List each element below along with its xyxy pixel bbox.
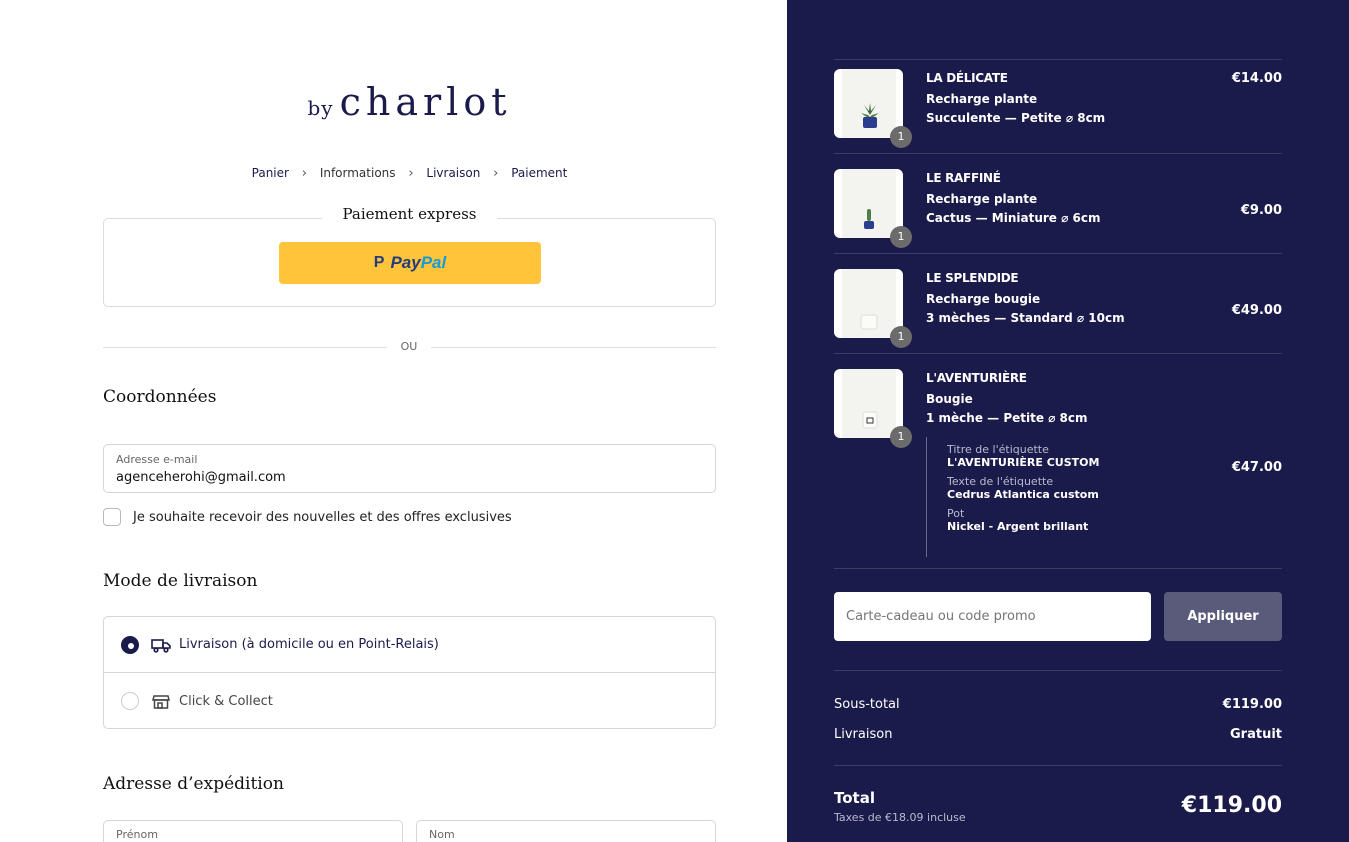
shipping-option-click-collect-radio[interactable] <box>121 692 139 710</box>
shipping-option-click-collect-label: Click & Collect <box>179 693 273 709</box>
property-label: Titre de l'étiquette <box>947 443 1049 456</box>
total-value: €119.00 <box>1181 793 1282 818</box>
shipping-option-delivery-radio[interactable] <box>121 635 139 654</box>
breadcrumb: Panier › Informations › Livraison › Paie… <box>0 166 819 181</box>
item-type: Recharge bougie <box>926 292 1041 306</box>
shipping-method-options: Livraison (à domicile ou en Point-Relais… <box>103 616 716 729</box>
divider <box>834 353 1282 354</box>
tax-note: Taxes de €18.09 incluse <box>834 811 966 824</box>
product-thumbnail <box>834 269 903 338</box>
chevron-right-icon: › <box>493 166 499 181</box>
brand-logo-name: charlot <box>339 80 512 124</box>
paypal-text-b: Pal <box>420 253 447 272</box>
divider <box>834 59 1282 60</box>
quantity-badge: 1 <box>890 126 912 148</box>
total-label: Total <box>834 789 875 807</box>
email-field-label: Adresse e-mail <box>116 453 198 466</box>
property-label: Texte de l'étiquette <box>947 475 1054 488</box>
shipping-address-title: Adresse d’expédition <box>103 774 284 794</box>
property-value: Cedrus Atlantica custom <box>947 488 1099 501</box>
store-icon <box>151 692 171 710</box>
item-type: Bougie <box>926 392 973 406</box>
item-name: LE RAFFINÉ <box>926 171 1001 185</box>
divider <box>834 568 1282 569</box>
shipping-cost-label: Livraison <box>834 727 893 742</box>
promo-code-input[interactable] <box>834 592 1151 641</box>
item-name: L'AVENTURIÈRE <box>926 371 1027 385</box>
divider <box>834 765 1282 766</box>
shipping-option-delivery-label: Livraison (à domicile ou en Point-Relais… <box>179 637 439 652</box>
item-type: Recharge plante <box>926 192 1038 206</box>
subtotal-value: €119.00 <box>1222 697 1282 712</box>
divider <box>834 153 1282 154</box>
brand-logo-by: by <box>307 96 334 120</box>
shipping-method-title: Mode de livraison <box>103 571 258 591</box>
item-price: €9.00 <box>1240 203 1282 218</box>
item-price: €14.00 <box>1231 71 1282 86</box>
last-name-field[interactable]: Nom <box>416 820 716 842</box>
quantity-badge: 1 <box>890 326 912 348</box>
item-variant: Cactus — Miniature ⌀ 6cm <box>926 211 1101 225</box>
product-thumbnail <box>834 169 903 238</box>
divider <box>834 253 1282 254</box>
breadcrumb-panier[interactable]: Panier <box>252 166 289 180</box>
or-separator: OU <box>387 340 431 353</box>
item-variant: 3 mèches — Standard ⌀ 10cm <box>926 311 1125 325</box>
item-name: LA DÉLICATE <box>926 71 1008 85</box>
email-input[interactable] <box>116 470 696 485</box>
checkout-form-panel: by charlot Panier › Informations › Livrai… <box>0 0 787 842</box>
property-value: L'AVENTURIÈRE CUSTOM <box>947 456 1100 469</box>
brand-logo[interactable]: by charlot <box>0 80 819 124</box>
property-value: Nickel - Argent brillant <box>947 520 1089 533</box>
product-thumbnail <box>834 69 903 138</box>
breadcrumb-informations: Informations <box>319 166 396 180</box>
quantity-badge: 1 <box>890 226 912 248</box>
shipping-option-click-collect[interactable]: Click & Collect <box>104 673 715 729</box>
apply-promo-button[interactable]: Appliquer <box>1164 592 1282 641</box>
paypal-button[interactable]: P Pay Pal <box>279 242 541 284</box>
first-name-field[interactable]: Prénom <box>103 820 403 842</box>
newsletter-checkbox[interactable] <box>103 508 121 526</box>
shipping-option-delivery[interactable]: Livraison (à domicile ou en Point-Relais… <box>104 617 715 673</box>
paypal-text-a: Pay <box>390 253 421 272</box>
shipping-cost-value: Gratuit <box>1230 727 1282 742</box>
truck-icon <box>151 636 171 654</box>
contact-section-title: Coordonnées <box>103 387 217 407</box>
item-variant: 1 mèche — Petite ⌀ 8cm <box>926 411 1088 425</box>
item-variant: Succulente — Petite ⌀ 8cm <box>926 111 1106 125</box>
chevron-right-icon: › <box>408 166 414 181</box>
product-thumbnail <box>834 369 903 438</box>
item-properties: Titre de l'étiquette L'AVENTURIÈRE CUSTO… <box>926 437 1126 557</box>
property-label: Pot <box>947 507 965 520</box>
last-name-label: Nom <box>429 828 455 841</box>
newsletter-label[interactable]: Je souhaite recevoir des nouvelles et de… <box>133 510 512 525</box>
paypal-icon: P <box>373 254 385 271</box>
item-price: €49.00 <box>1231 303 1282 318</box>
breadcrumb-livraison[interactable]: Livraison <box>426 166 480 180</box>
express-checkout-title: Paiement express <box>322 205 497 223</box>
item-name: LE SPLENDIDE <box>926 271 1019 285</box>
breadcrumb-paiement[interactable]: Paiement <box>511 166 567 180</box>
order-summary-panel: 1 LA DÉLICATE Recharge plante Succulente… <box>787 0 1349 842</box>
subtotal-label: Sous-total <box>834 697 900 712</box>
quantity-badge: 1 <box>890 426 912 448</box>
divider <box>834 670 1282 671</box>
item-type: Recharge plante <box>926 92 1038 106</box>
item-price: €47.00 <box>1231 460 1282 475</box>
email-field[interactable]: Adresse e-mail <box>103 444 716 493</box>
chevron-right-icon: › <box>301 166 307 181</box>
first-name-label: Prénom <box>116 828 158 841</box>
